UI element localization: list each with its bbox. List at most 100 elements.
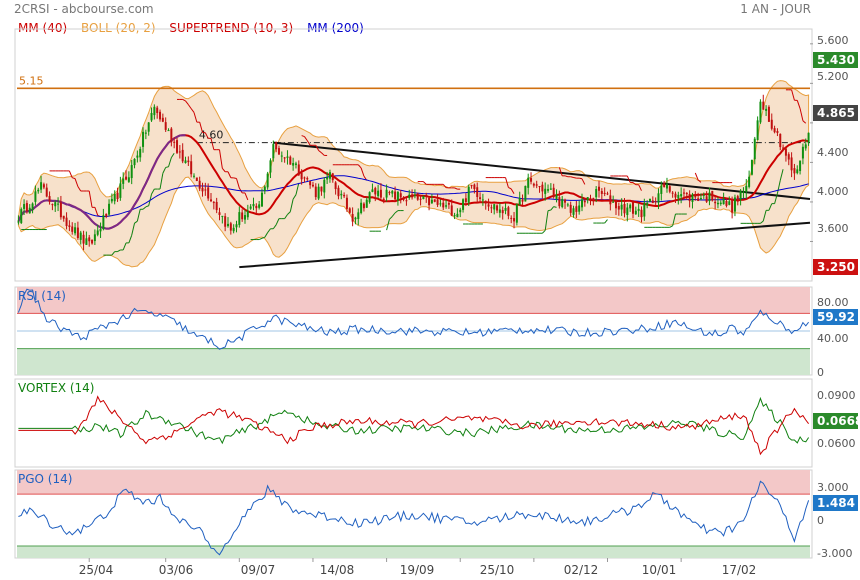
candle-body xyxy=(462,199,465,210)
bollinger-band xyxy=(17,80,810,268)
candle-body xyxy=(113,193,116,202)
candle-body xyxy=(592,197,595,199)
supertrend-segment xyxy=(547,209,551,212)
candle-body xyxy=(314,186,317,198)
candle-body xyxy=(770,119,773,129)
candle-body xyxy=(524,185,527,202)
candle-body xyxy=(345,197,348,209)
candle-body xyxy=(266,173,269,188)
candle-body xyxy=(357,212,360,220)
candle-body xyxy=(368,192,371,203)
candle-body xyxy=(133,158,136,166)
price-tick-label: 5.600 xyxy=(817,34,849,47)
candle-body xyxy=(699,198,702,200)
candle-body xyxy=(224,216,227,227)
candle-body xyxy=(127,177,130,182)
candle-body xyxy=(136,155,139,158)
candle-body xyxy=(340,193,343,196)
pgo-tick-label: 0 xyxy=(817,514,824,527)
candle-body xyxy=(773,128,776,133)
candle-body xyxy=(629,204,632,209)
candle-body xyxy=(617,206,620,210)
candle-body xyxy=(99,228,102,232)
candle-body xyxy=(731,199,734,213)
candle-body xyxy=(57,203,60,205)
candle-body xyxy=(725,201,728,206)
candle-body xyxy=(535,184,538,186)
candle-body xyxy=(260,192,263,207)
x-tick-label: 02/12 xyxy=(563,563,599,577)
candle-body xyxy=(130,165,133,179)
candle-body xyxy=(640,209,643,218)
vortex-plus-line xyxy=(18,396,810,445)
candle-body xyxy=(229,223,232,231)
rsi-title: RSI (14) xyxy=(18,289,66,303)
candle-body xyxy=(215,201,218,211)
candle-body xyxy=(634,210,637,215)
candle-body xyxy=(42,184,45,188)
candle-body xyxy=(631,202,634,214)
price-tick-label: 5.200 xyxy=(817,70,849,83)
candle-body xyxy=(739,190,742,200)
candle-body xyxy=(25,203,28,212)
candle-body xyxy=(456,213,459,218)
candle-body xyxy=(799,160,802,172)
candle-body xyxy=(790,157,793,171)
candle-body xyxy=(476,187,479,197)
candle-body xyxy=(507,207,510,216)
candle-body xyxy=(79,232,82,240)
x-tick-label: 14/08 xyxy=(319,563,355,577)
candle-body xyxy=(447,202,450,205)
candle-body xyxy=(348,208,351,213)
rsi-tick-label: 0 xyxy=(817,366,824,379)
candle-body xyxy=(648,198,651,202)
candle-body xyxy=(306,178,309,180)
candle-body xyxy=(654,200,657,203)
x-tick-label: 25/04 xyxy=(78,563,114,577)
candle-body xyxy=(487,204,490,207)
candle-body xyxy=(147,122,150,132)
candle-body xyxy=(246,210,249,218)
trendline-lower xyxy=(239,221,811,269)
candle-body xyxy=(663,183,666,188)
candle-body xyxy=(71,226,74,232)
price-high-badge: 5.430 xyxy=(813,52,858,68)
candle-body xyxy=(530,178,533,182)
candle-body xyxy=(612,201,615,203)
candle-body xyxy=(569,204,572,213)
candle-body xyxy=(17,221,20,223)
candle-body xyxy=(280,155,283,157)
candle-body xyxy=(283,157,286,159)
candle-body xyxy=(677,194,680,199)
panel-frame xyxy=(14,378,813,468)
pgo-last-badge: 1.484 xyxy=(813,495,858,511)
candle-body xyxy=(705,196,708,202)
candle-body xyxy=(243,215,246,220)
vortex-minus-line xyxy=(18,395,809,456)
candle-body xyxy=(76,227,79,239)
vortex-last-badge: 0.0668 xyxy=(813,413,860,429)
candle-body xyxy=(450,205,453,216)
candle-body xyxy=(776,131,779,133)
candle-body xyxy=(164,122,167,130)
candle-body xyxy=(226,223,229,227)
candle-body xyxy=(762,101,765,110)
candle-body xyxy=(309,181,312,186)
oversold-zone xyxy=(17,348,810,375)
candle-body xyxy=(626,207,629,215)
candle-body xyxy=(564,199,567,203)
candle-body xyxy=(552,187,555,198)
candle-body xyxy=(210,199,213,202)
candle-body xyxy=(425,195,428,197)
candle-body xyxy=(116,192,119,200)
candle-body xyxy=(122,178,125,184)
candle-body xyxy=(702,194,705,196)
pgo-title: PGO (14) xyxy=(18,472,73,486)
candle-body xyxy=(736,196,739,202)
candle-body xyxy=(144,132,147,134)
candle-body xyxy=(753,138,756,160)
candle-body xyxy=(436,199,439,205)
candle-body xyxy=(153,106,156,116)
candle-body xyxy=(374,188,377,195)
resistance-label: 5.15 xyxy=(19,74,44,87)
